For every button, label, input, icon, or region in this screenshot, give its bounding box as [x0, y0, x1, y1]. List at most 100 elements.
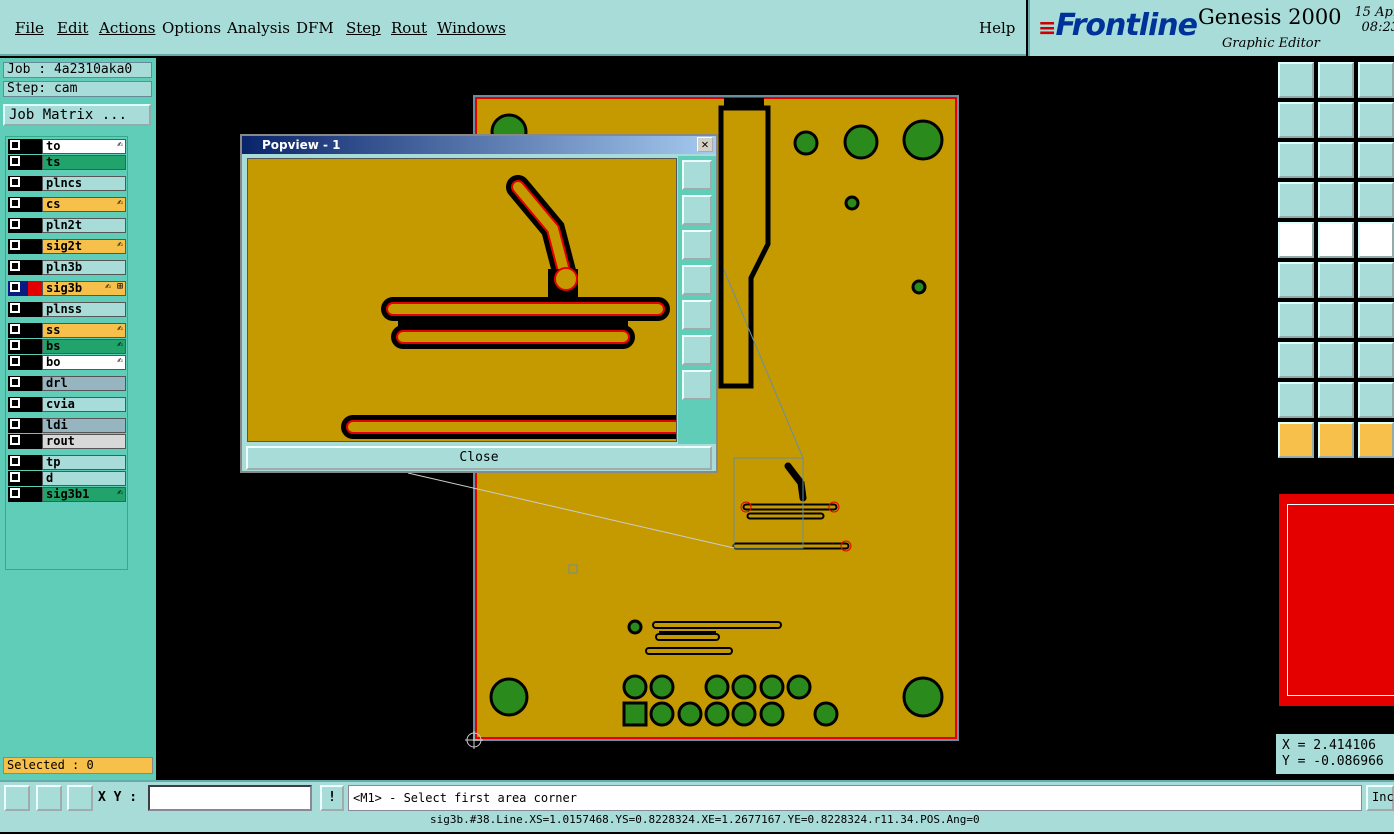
layer-name[interactable]: sig3b1: [42, 487, 126, 502]
measure-icon[interactable]: [1278, 182, 1314, 218]
pointer-icon[interactable]: [1278, 422, 1314, 458]
copy-icon[interactable]: [1278, 342, 1314, 378]
pan-down-icon[interactable]: [682, 230, 712, 260]
pan-right-icon[interactable]: [682, 300, 712, 330]
job-matrix-button[interactable]: Job Matrix ...: [3, 104, 151, 126]
peak-icon[interactable]: [1318, 382, 1354, 418]
popview-canvas[interactable]: [247, 158, 677, 442]
menu-help[interactable]: Help: [979, 19, 1015, 37]
layer-name[interactable]: ldi: [42, 418, 126, 433]
layer-row-cs[interactable]: cs ✍: [8, 197, 126, 212]
layer-name[interactable]: plnss: [42, 302, 126, 317]
snap-mode-icon[interactable]: [4, 785, 30, 811]
add-pad-icon[interactable]: [1278, 222, 1314, 258]
pan-left-icon[interactable]: [1278, 102, 1314, 138]
layer-name[interactable]: bo: [42, 355, 126, 370]
menu-edit[interactable]: Edit: [57, 19, 88, 37]
zoom-home-icon[interactable]: [1318, 142, 1354, 178]
layer-checkbox[interactable]: [10, 419, 20, 429]
layer-checkbox[interactable]: [10, 472, 20, 482]
layer-checkbox[interactable]: [10, 398, 20, 408]
layer-row-d[interactable]: d: [8, 471, 126, 486]
popview-close-x[interactable]: ✕: [697, 137, 713, 152]
layer-checkbox[interactable]: [10, 340, 20, 350]
node-icon[interactable]: [1278, 262, 1314, 298]
layer-row-sig3b[interactable]: sig3b ✍ ⊞: [8, 281, 126, 296]
stretch-icon[interactable]: [1318, 342, 1354, 378]
layer-name[interactable]: ss: [42, 323, 126, 338]
layer-row-ss[interactable]: ss ✍: [8, 323, 126, 338]
layer-name[interactable]: to: [42, 139, 126, 154]
layer-row-pln2t[interactable]: pln2t: [8, 218, 126, 233]
layer-row-ts[interactable]: ts: [8, 155, 126, 170]
pan-up-icon[interactable]: [1278, 62, 1314, 98]
move-icon[interactable]: [1358, 262, 1394, 298]
layer-name[interactable]: cvia: [42, 397, 126, 412]
layer-checkbox[interactable]: [10, 303, 20, 313]
layer-name[interactable]: d: [42, 471, 126, 486]
layer-checkbox[interactable]: [10, 198, 20, 208]
popview-close-button[interactable]: Close: [246, 446, 712, 470]
menu-options[interactable]: Options: [162, 19, 221, 37]
layer-checkbox[interactable]: [10, 356, 20, 366]
ruler-icon[interactable]: [1358, 222, 1394, 258]
pan-left-icon[interactable]: [682, 265, 712, 295]
select-icon[interactable]: [1318, 222, 1354, 258]
pointer-box-icon[interactable]: [1318, 422, 1354, 458]
layer-name[interactable]: cs: [42, 197, 126, 212]
xy-input[interactable]: [148, 785, 312, 811]
layer-name[interactable]: rout: [42, 434, 126, 449]
pan-down-icon[interactable]: [1318, 62, 1354, 98]
layer-checkbox[interactable]: [10, 140, 20, 150]
layer-row-rout[interactable]: rout: [8, 434, 126, 449]
arc-icon[interactable]: [1358, 302, 1394, 338]
layer-row-tp[interactable]: tp: [8, 455, 126, 470]
zoom-1-2-icon[interactable]: [1358, 142, 1394, 178]
layer-checkbox[interactable]: [10, 261, 20, 271]
delete-icon[interactable]: [1318, 262, 1354, 298]
layer-checkbox[interactable]: [10, 377, 20, 387]
layer-name[interactable]: plncs: [42, 176, 126, 191]
menu-analysis[interactable]: Analysis: [227, 19, 290, 37]
overview-minimap[interactable]: [1279, 494, 1394, 706]
layer-checkbox[interactable]: [10, 488, 20, 498]
layer-row-bs[interactable]: bs ✍: [8, 339, 126, 354]
pointer-circle-icon[interactable]: [1358, 422, 1394, 458]
layer-name[interactable]: pln3b: [42, 260, 126, 275]
zoom-fit-icon[interactable]: [682, 160, 712, 190]
grid-snap-icon[interactable]: [67, 785, 93, 811]
layer-checkbox[interactable]: [10, 282, 20, 292]
snap-icon[interactable]: [1358, 182, 1394, 218]
menu-dfm[interactable]: DFM: [296, 19, 334, 37]
zoom-back-icon[interactable]: [1358, 102, 1394, 138]
inc-button[interactable]: Inc: [1366, 785, 1394, 811]
menu-windows[interactable]: Windows: [437, 19, 506, 37]
triangle-icon[interactable]: [1278, 382, 1314, 418]
pan-right-icon[interactable]: [1318, 102, 1354, 138]
layer-checkbox[interactable]: [10, 456, 20, 466]
layer-row-sig2t[interactable]: sig2t ✍: [8, 239, 126, 254]
layer-row-ldi[interactable]: ldi: [8, 418, 126, 433]
pan-up-icon[interactable]: [682, 195, 712, 225]
menu-step[interactable]: Step: [346, 19, 381, 37]
layer-row-sig3b1[interactable]: sig3b1 ✍: [8, 487, 126, 502]
layer-row-pln3b[interactable]: pln3b: [8, 260, 126, 275]
layer-row-to[interactable]: to ✍: [8, 139, 126, 154]
line-icon[interactable]: [1318, 302, 1354, 338]
layer-checkbox[interactable]: [10, 219, 20, 229]
layer-checkbox[interactable]: [10, 240, 20, 250]
grid-icon[interactable]: [1318, 182, 1354, 218]
dimension-icon[interactable]: [1358, 342, 1394, 378]
layer-checkbox[interactable]: [10, 435, 20, 445]
layer-name[interactable]: drl: [42, 376, 126, 391]
layer-row-plnss[interactable]: plnss: [8, 302, 126, 317]
layer-checkbox[interactable]: [10, 324, 20, 334]
layer-row-cvia[interactable]: cvia: [8, 397, 126, 412]
layer-name[interactable]: ts: [42, 155, 126, 170]
zoom-out-icon[interactable]: [682, 335, 712, 365]
arch-icon[interactable]: [1358, 382, 1394, 418]
layer-row-drl[interactable]: drl: [8, 376, 126, 391]
home-icon[interactable]: [1358, 62, 1394, 98]
angle-icon[interactable]: [1278, 302, 1314, 338]
layer-name[interactable]: pln2t: [42, 218, 126, 233]
